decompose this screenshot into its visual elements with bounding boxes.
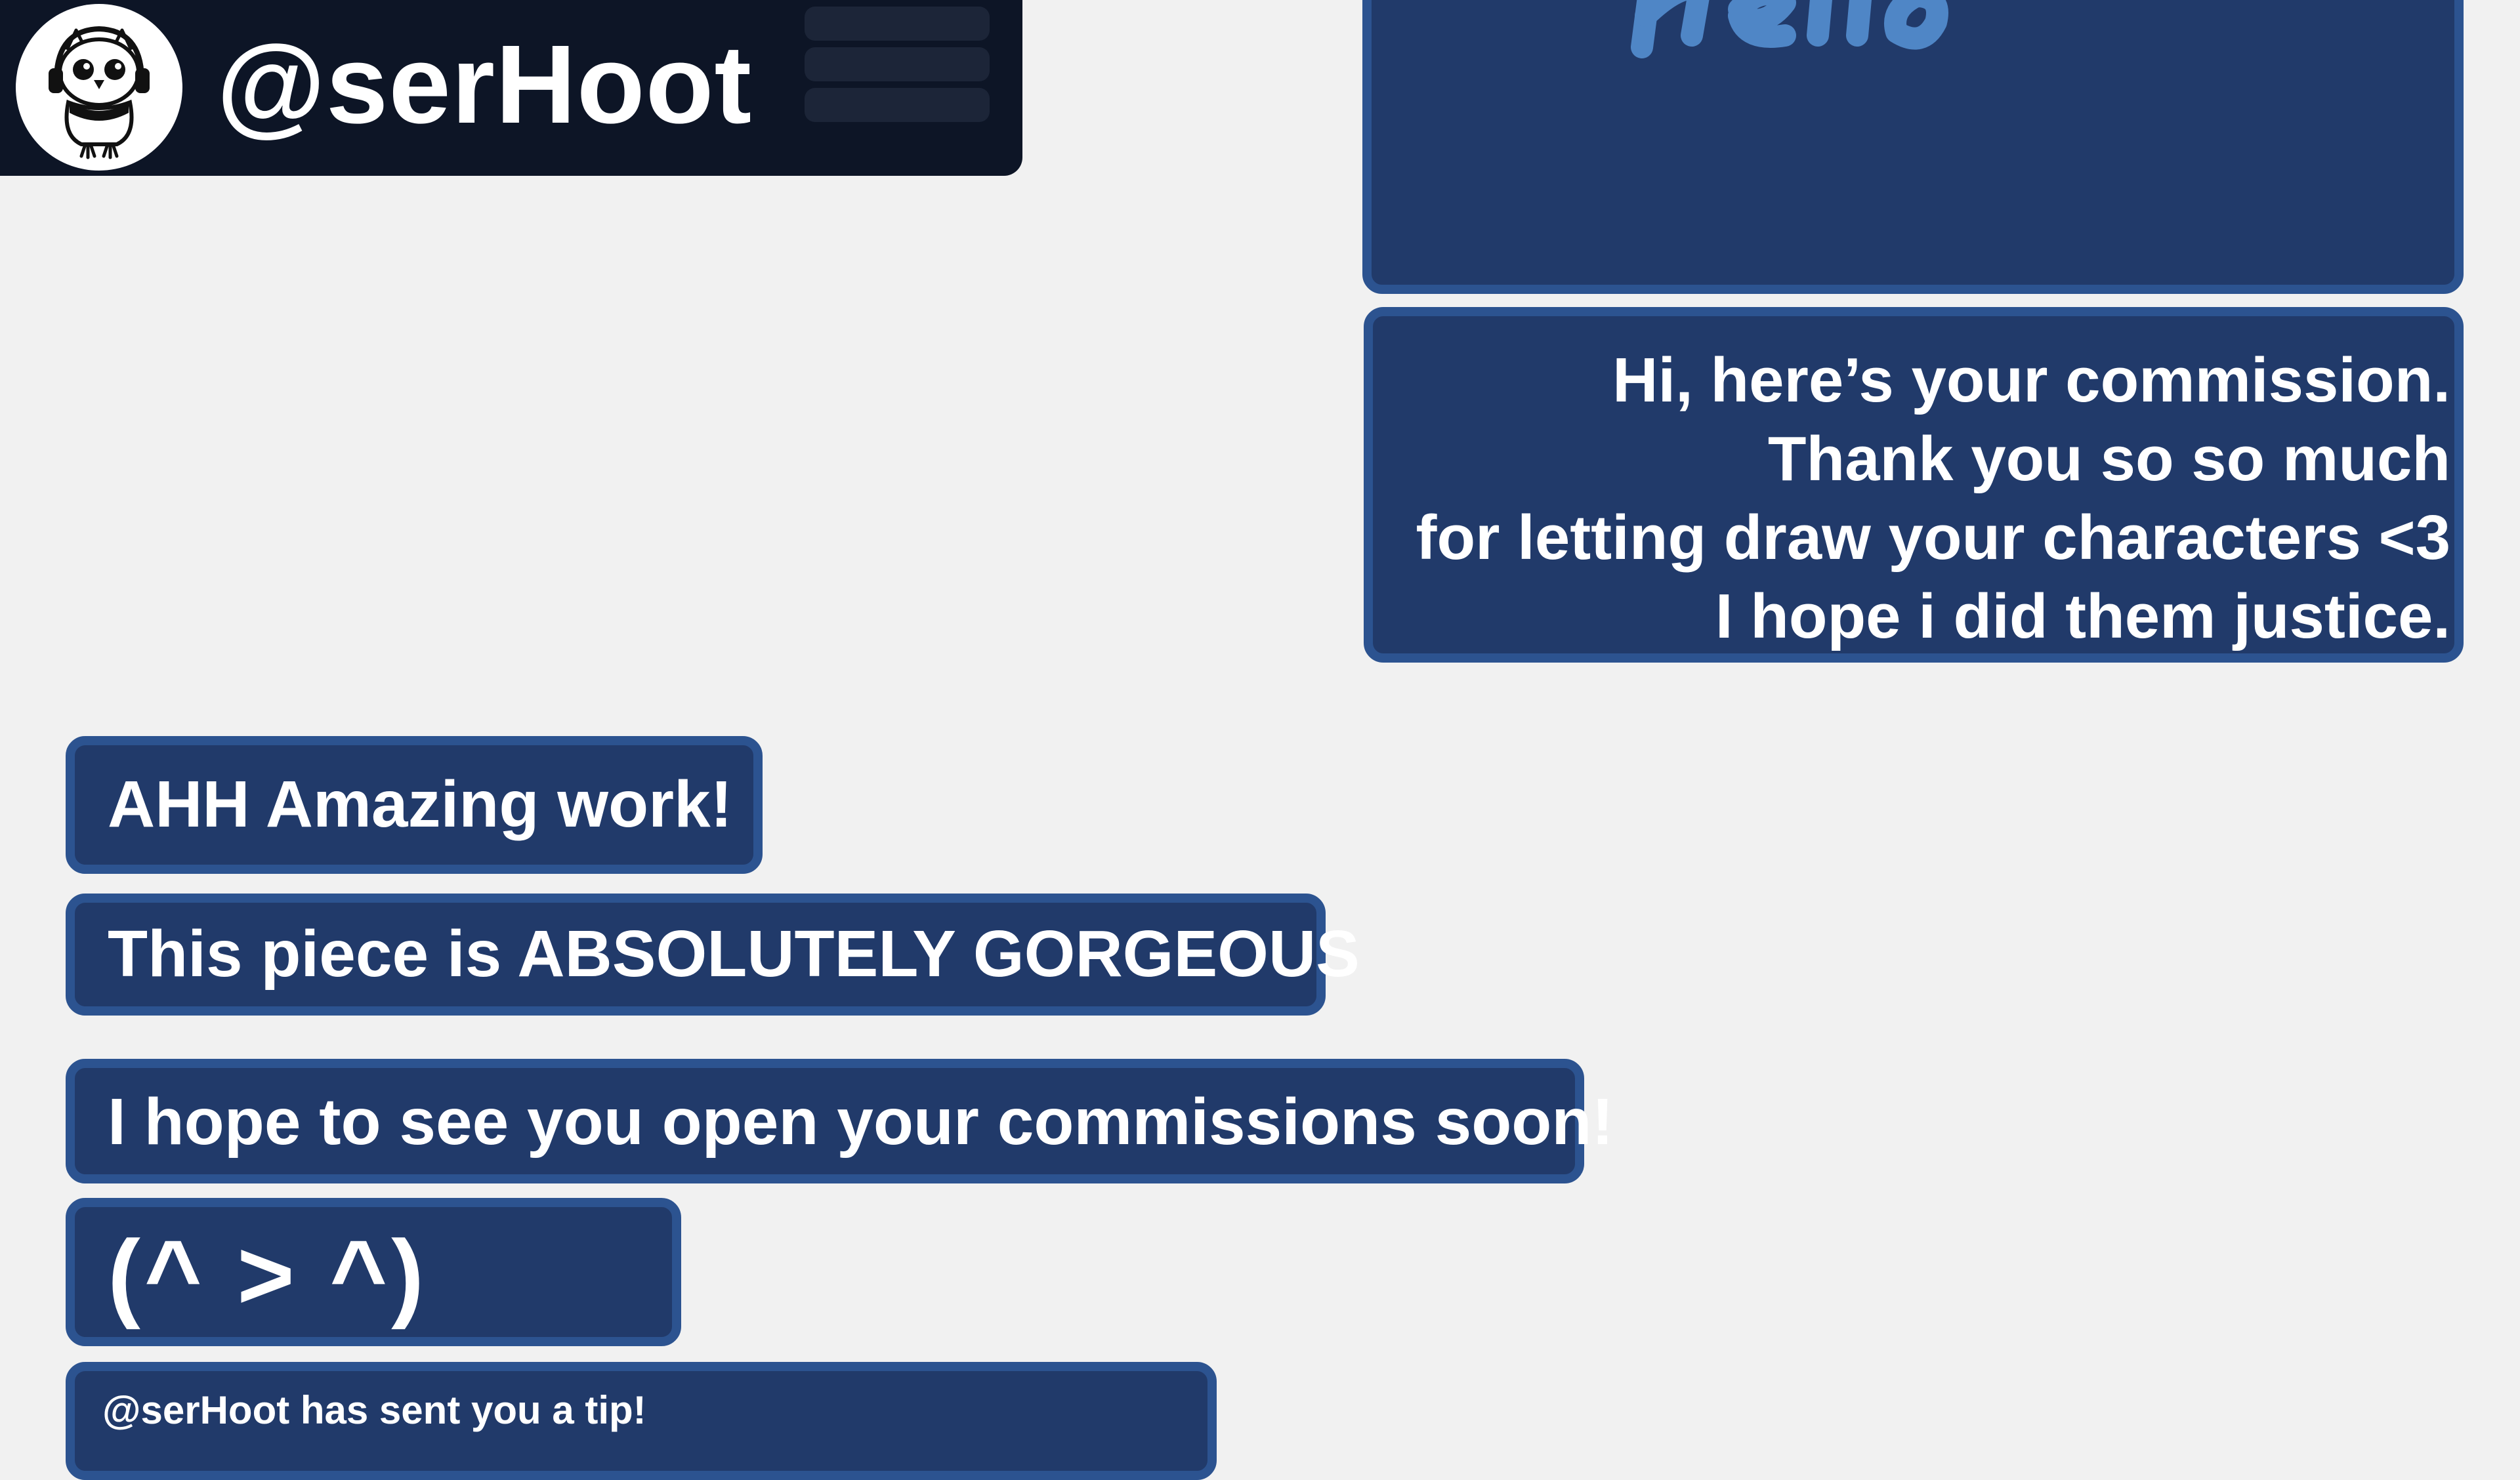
artwork-lettering-icon — [1631, 0, 1948, 58]
sent-text-message[interactable]: Hi, here’s your commission. Thank you so… — [1364, 307, 2464, 663]
menu-bar — [805, 7, 990, 41]
owl-avatar-icon[interactable] — [16, 4, 182, 171]
menu-bar — [805, 88, 990, 122]
received-message[interactable]: This piece is ABSOLUTELY GORGEOUS — [66, 894, 1360, 1016]
image-preview — [1631, 0, 1948, 58]
received-message[interactable]: I hope to see you open your commissions … — [66, 1059, 1614, 1183]
message-line: I hope i did them justice. — [1715, 581, 2450, 651]
sent-image-message[interactable] — [1362, 0, 2464, 294]
message-line: for letting draw your characters <3 — [1416, 503, 2451, 573]
menu-bar — [805, 47, 990, 81]
menu-icon[interactable] — [805, 7, 990, 123]
owl-avatar-drawing — [49, 26, 150, 159]
message-text: This piece is ABSOLUTELY GORGEOUS — [108, 917, 1360, 991]
chat-header: @serHoot — [0, 0, 1022, 176]
received-message[interactable]: AHH Amazing work! — [66, 736, 763, 874]
received-message[interactable]: (^ > ^) — [66, 1198, 681, 1346]
tip-notification[interactable]: @serHoot has sent you a tip! — [66, 1362, 1217, 1480]
message-text: (^ > ^) — [108, 1220, 429, 1330]
message-text: AHH Amazing work! — [108, 768, 732, 841]
message-line: Hi, here’s your commission. — [1612, 345, 2450, 415]
message-text: I hope to see you open your commissions … — [108, 1085, 1614, 1159]
message-line: Thank you so so much — [1767, 424, 2450, 494]
chat-username: @serHoot — [217, 22, 753, 147]
tip-notification-text: @serHoot has sent you a tip! — [102, 1388, 646, 1432]
